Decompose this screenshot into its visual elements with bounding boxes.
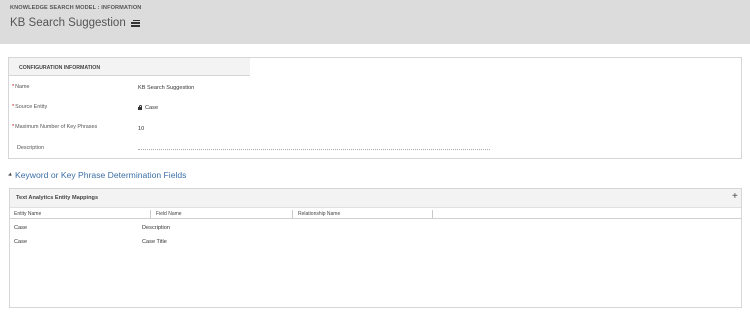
cell-entity-name: Case — [14, 239, 28, 245]
source-entity-label: *Source Entity — [12, 104, 47, 110]
record-menu-icon[interactable] — [130, 19, 140, 27]
max-key-phrases-label-text: Maximum Number of Key Phrases — [15, 124, 98, 130]
column-header-relationship-name[interactable]: Relationship Name — [298, 211, 340, 217]
grid-header: Text Analytics Entity Mappings + — [10, 189, 741, 208]
breadcrumb: KNOWLEDGE SEARCH MODEL : INFORMATION — [10, 5, 142, 11]
add-mapping-button[interactable]: + — [732, 192, 738, 202]
column-header-field-name[interactable]: Field Name — [156, 211, 182, 217]
cell-field-name: Description — [142, 225, 170, 231]
max-key-phrases-field[interactable]: 10 — [138, 126, 144, 132]
configuration-header: CONFIGURATION INFORMATION — [9, 58, 250, 76]
page-header: KNOWLEDGE SEARCH MODEL : INFORMATION KB … — [0, 0, 750, 44]
collapse-arrow-icon — [8, 172, 13, 178]
table-row[interactable]: Case Description — [10, 223, 741, 236]
source-entity-value: Case — [145, 105, 159, 111]
grid-column-headers: Entity Name Field Name Relationship Name — [10, 209, 741, 219]
column-divider[interactable] — [150, 210, 151, 218]
source-entity-label-text: Source Entity — [15, 104, 48, 110]
table-row[interactable]: Case Case Title — [10, 237, 741, 250]
name-field[interactable]: KB Search Suggestion — [138, 85, 194, 91]
configuration-section: CONFIGURATION INFORMATION *Name KB Searc… — [8, 57, 742, 159]
lock-icon — [138, 105, 142, 110]
description-label: Description — [17, 145, 44, 151]
cell-entity-name: Case — [14, 225, 28, 231]
required-marker: * — [12, 104, 15, 110]
entity-mappings-grid: Text Analytics Entity Mappings + Entity … — [9, 188, 742, 308]
required-marker: * — [12, 84, 15, 90]
title-row: KB Search Suggestion — [10, 17, 140, 29]
column-divider[interactable] — [292, 210, 293, 218]
required-marker: * — [12, 124, 15, 130]
configuration-header-label: CONFIGURATION INFORMATION — [19, 65, 101, 71]
keyword-section-title: Keyword or Key Phrase Determination Fiel… — [15, 170, 187, 180]
name-label-text: Name — [15, 84, 30, 90]
source-entity-field: Case — [138, 105, 158, 111]
max-key-phrases-label: *Maximum Number of Key Phrases — [12, 124, 97, 130]
column-header-entity-name[interactable]: Entity Name — [14, 211, 41, 217]
keyword-section-toggle[interactable]: Keyword or Key Phrase Determination Fiel… — [8, 170, 187, 180]
column-divider[interactable] — [432, 210, 433, 218]
page-title: KB Search Suggestion — [10, 17, 126, 29]
description-field[interactable] — [138, 149, 490, 150]
grid-title: Text Analytics Entity Mappings — [16, 195, 99, 201]
cell-field-name: Case Title — [142, 239, 167, 245]
name-label: *Name — [12, 84, 30, 90]
